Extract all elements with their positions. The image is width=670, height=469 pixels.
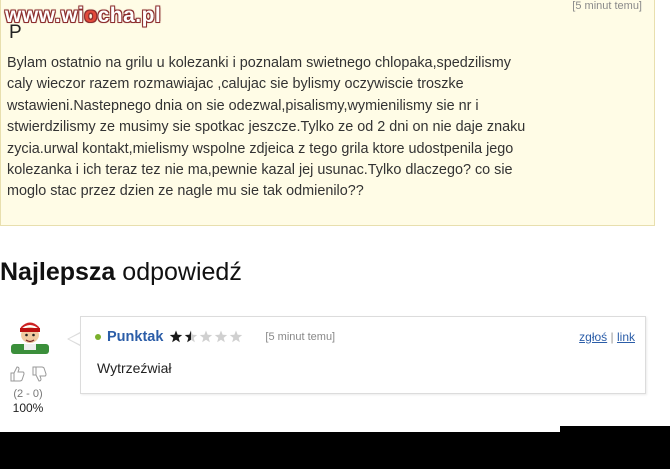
- avatar-image: [11, 322, 49, 354]
- star-empty-icon: [200, 330, 213, 343]
- answer-actions: zgłoś | link: [579, 330, 635, 344]
- votes-panel: (2 - 0) 100%: [4, 365, 52, 415]
- links-separator: |: [610, 330, 614, 344]
- question-line: kolezanka i ich teraz tez nie ma,pewnie …: [7, 162, 513, 179]
- star-empty-icon: [215, 330, 228, 343]
- avatar[interactable]: [8, 318, 52, 358]
- footer-bar: [0, 432, 670, 469]
- question-time: [5 minut temu]: [572, 0, 642, 12]
- question-line: stwierdzilismy ze musimy sie spotkac jes…: [7, 119, 526, 136]
- question-line: caly wieczor razem rozmawiajac ,calujac …: [7, 76, 464, 93]
- vote-count: (2 - 0): [13, 388, 43, 400]
- user-rank-stars: [169, 330, 253, 344]
- star-rating-icon: [170, 330, 243, 343]
- thumbs-up-icon[interactable]: [9, 365, 25, 387]
- star-filled-icon: [170, 330, 183, 343]
- answer-time: [5 minut temu]: [265, 331, 336, 343]
- answer-header: Punktak [5 minut temu] zgłoś | link: [95, 327, 635, 347]
- question-line: zycia.urwal kontakt,mielismy wspolne zdj…: [7, 140, 514, 157]
- best-answer-heading: Najlepsza odpowiedź: [0, 258, 242, 287]
- answer-body: Wytrzeźwiał: [97, 360, 172, 376]
- vote-percent: 100%: [12, 401, 44, 415]
- question-line: Bylam ostatnio na grilu u kolezanki i po…: [7, 55, 511, 71]
- best-answer-heading-bold: Najlepsza: [0, 258, 116, 286]
- question-line: moglo stac przez dzien ze nagle mu sie t…: [7, 183, 364, 200]
- answer-box: Punktak [5 minut temu] zgłoś | link Wytr…: [80, 316, 646, 394]
- answer-user-link[interactable]: Punktak: [107, 329, 163, 345]
- site-watermark: www.wiocha.pl: [5, 4, 162, 27]
- star-empty-icon: [230, 330, 243, 343]
- permalink-link[interactable]: link: [617, 330, 635, 344]
- online-status-icon: [95, 334, 101, 340]
- question-line: wstawieni.Nastepnego dnia on sie odezwal…: [7, 97, 479, 114]
- thumbs-down-icon[interactable]: [31, 366, 47, 387]
- question-box: [5 minut temu] P Bylam ostatnio na grilu…: [0, 0, 655, 226]
- question-body: Bylam ostatnio na grilu u kolezanki i po…: [7, 53, 647, 203]
- report-link[interactable]: zgłoś: [579, 330, 607, 344]
- best-answer-heading-rest: odpowiedź: [122, 258, 242, 286]
